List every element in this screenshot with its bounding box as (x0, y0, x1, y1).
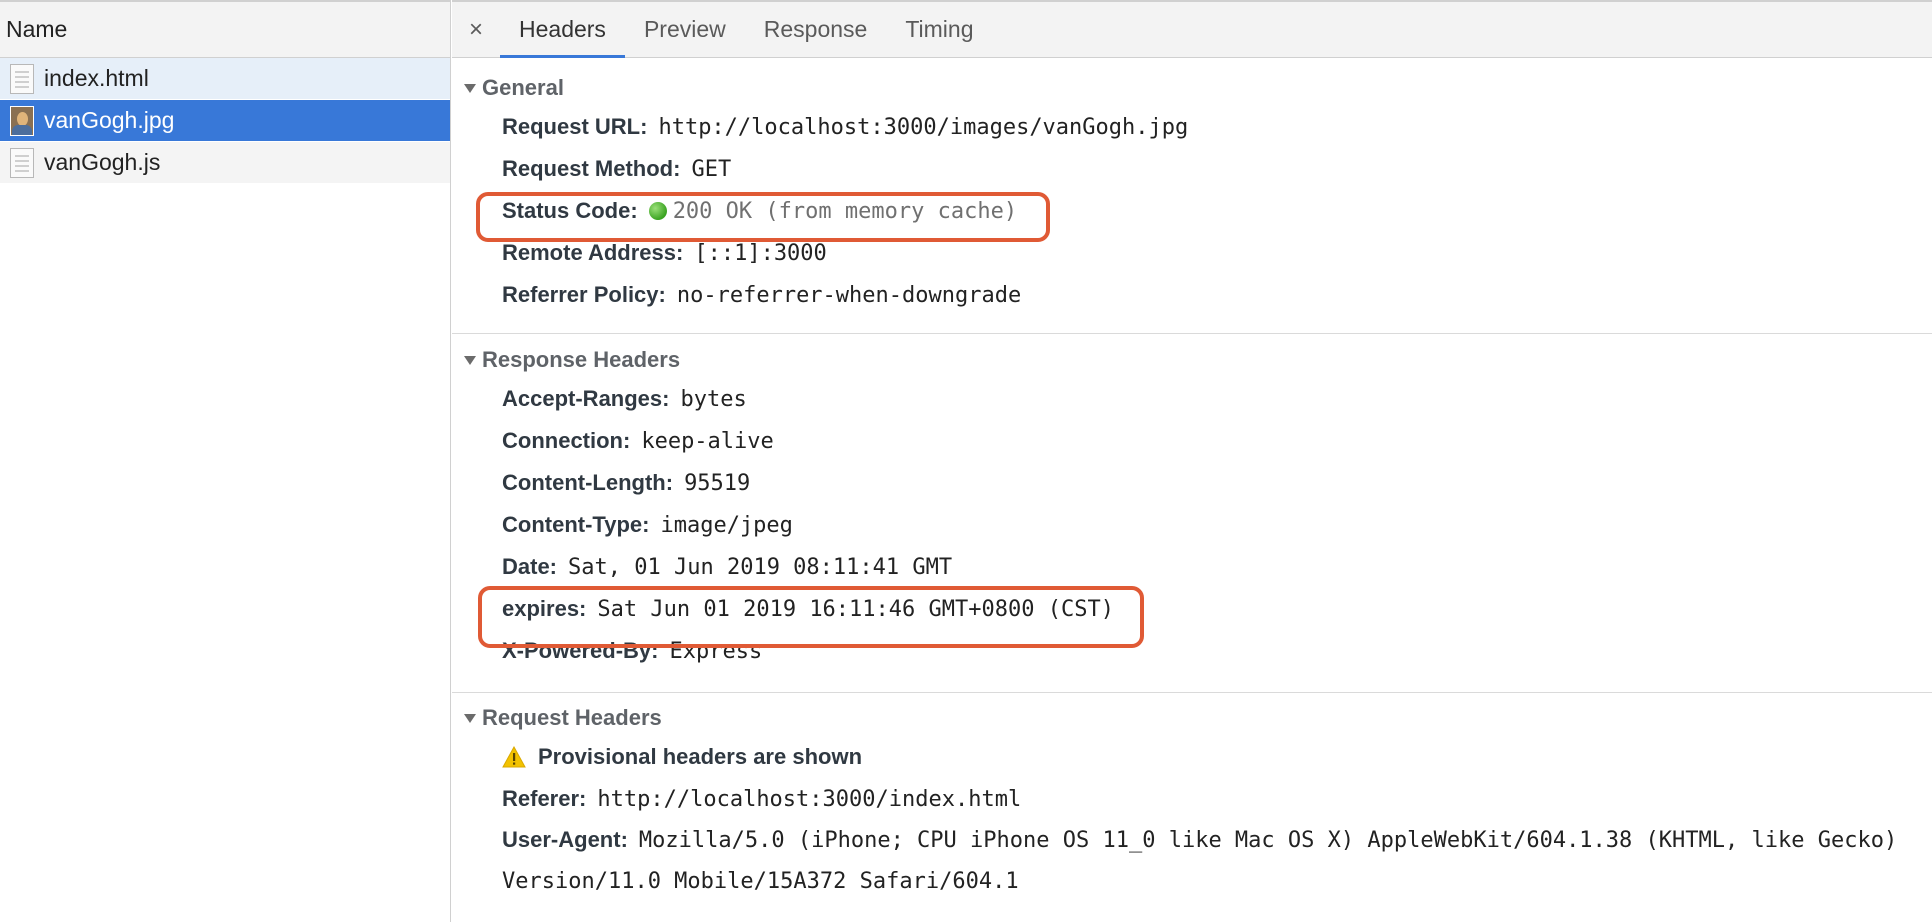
header-key: Referer: (502, 786, 587, 811)
header-value: GET (691, 156, 732, 182)
request-item-label: index.html (44, 65, 149, 91)
request-item-vangogh-js[interactable]: vanGogh.js (0, 142, 450, 184)
response-headers-toggle[interactable]: Response Headers (452, 342, 1932, 378)
header-key: Accept-Ranges: (502, 386, 670, 411)
tab-response[interactable]: Response (745, 2, 887, 57)
devtools-network-panel: Name index.html vanGogh.jpg vanGogh.js ×… (0, 0, 1932, 922)
tab-timing[interactable]: Timing (886, 2, 992, 57)
section-title: Request Headers (482, 705, 662, 730)
warning-text: Provisional headers are shown (538, 744, 863, 769)
header-key: Content-Length: (502, 470, 674, 495)
tab-preview[interactable]: Preview (625, 2, 745, 57)
header-row-content-length: Content-Length: 95519 (452, 462, 1932, 504)
header-value: bytes (680, 386, 747, 412)
section-title: General (482, 75, 564, 100)
close-icon[interactable]: × (452, 2, 500, 57)
header-key: Date: (502, 554, 558, 579)
header-key: Content-Type: (502, 512, 650, 537)
triangle-down-icon (464, 713, 476, 723)
section-divider (452, 692, 1932, 693)
header-value: image/jpeg (660, 512, 793, 538)
header-row-date: Date: Sat, 01 Jun 2019 08:11:41 GMT (452, 546, 1932, 588)
details-tabbar: × Headers Preview Response Timing (452, 0, 1932, 58)
triangle-down-icon (464, 355, 476, 365)
request-headers-section: Request Headers Provisional headers are … (452, 700, 1932, 902)
request-headers-toggle[interactable]: Request Headers (452, 700, 1932, 736)
header-row-user-agent: User-Agent: Mozilla/5.0 (iPhone; CPU iPho… (452, 820, 1922, 902)
request-details: × Headers Preview Response Timing Genera… (452, 0, 1932, 922)
tab-headers[interactable]: Headers (500, 2, 625, 58)
header-row-request-method: Request Method: GET (452, 148, 1932, 190)
document-icon (10, 63, 34, 94)
provisional-headers-warning: Provisional headers are shown (452, 736, 1932, 778)
header-row-connection: Connection: keep-alive (452, 420, 1932, 462)
header-key: Request Method: (502, 156, 681, 181)
request-item-label: vanGogh.js (44, 149, 161, 175)
header-key: Referrer Policy: (502, 282, 666, 307)
header-value: Mozilla/5.0 (iPhone; CPU iPhone OS 11_0 … (502, 828, 1898, 894)
header-key: Remote Address: (502, 240, 684, 265)
image-icon (10, 105, 34, 136)
header-value: no-referrer-when-downgrade (676, 282, 1022, 308)
header-value: http://localhost:3000/images/vanGogh.jpg (658, 114, 1189, 140)
status-code-highlight-box (476, 192, 1050, 242)
header-row-request-url: Request URL: http://localhost:3000/image… (452, 106, 1932, 148)
header-row-accept-ranges: Accept-Ranges: bytes (452, 378, 1932, 420)
triangle-down-icon (464, 83, 476, 93)
header-value: Sat, 01 Jun 2019 08:11:41 GMT (568, 554, 953, 580)
header-key: Connection: (502, 428, 631, 453)
header-row-content-type: Content-Type: image/jpeg (452, 504, 1932, 546)
request-item-vangogh-jpg[interactable]: vanGogh.jpg (0, 100, 450, 142)
header-key: Request URL: (502, 114, 648, 139)
header-value: [::1]:3000 (694, 240, 827, 266)
header-key: User-Agent: (502, 827, 628, 852)
header-value: keep-alive (641, 428, 774, 454)
name-column-header[interactable]: Name (0, 0, 450, 58)
name-column-label: Name (6, 16, 68, 42)
section-divider (452, 333, 1932, 334)
general-section-toggle[interactable]: General (452, 70, 1932, 106)
request-list: Name index.html vanGogh.jpg vanGogh.js (0, 0, 451, 922)
header-row-referrer-policy: Referrer Policy: no-referrer-when-downgr… (452, 274, 1932, 316)
header-value: http://localhost:3000/index.html (597, 786, 1022, 812)
header-row-referer: Referer: http://localhost:3000/index.htm… (452, 778, 1932, 820)
request-item-label: vanGogh.jpg (44, 107, 175, 133)
document-icon (10, 147, 34, 178)
header-value: 95519 (684, 470, 751, 496)
request-item-index-html[interactable]: index.html (0, 58, 450, 100)
warning-icon (502, 746, 526, 768)
section-title: Response Headers (482, 347, 681, 372)
expires-highlight-box (478, 586, 1144, 648)
